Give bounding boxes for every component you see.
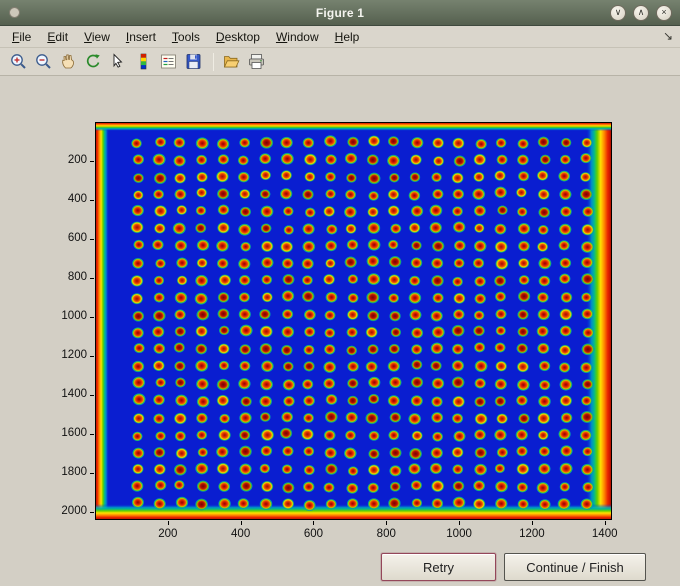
x-tick-label: 1400 — [591, 528, 618, 540]
toolbar-separator — [213, 52, 214, 71]
continue-finish-button[interactable]: Continue / Finish — [504, 553, 646, 581]
y-tick-label: 200 — [67, 154, 87, 167]
toolbar — [0, 48, 680, 76]
y-tick-mark — [90, 239, 94, 241]
x-tick-label: 200 — [158, 528, 178, 540]
retry-button[interactable]: Retry — [381, 553, 496, 581]
y-tick-label: 1800 — [61, 466, 87, 479]
zoom-in-icon[interactable] — [7, 50, 30, 73]
menu-view[interactable]: View — [76, 27, 118, 47]
menu-window[interactable]: Window — [268, 27, 327, 47]
menu-items: File Edit View Insert Tools Desktop Window Help — [4, 27, 367, 47]
x-tick-label: 1000 — [446, 528, 472, 540]
menu-tools[interactable]: Tools — [164, 27, 208, 47]
y-tick-mark — [90, 317, 94, 319]
open-file-icon[interactable] — [220, 50, 243, 73]
menu-insert[interactable]: Insert — [118, 27, 164, 47]
window-title: Figure 1 — [315, 5, 365, 20]
pan-icon[interactable] — [57, 50, 80, 73]
y-tick-label: 1600 — [61, 427, 87, 440]
y-tick-label: 1400 — [61, 388, 87, 401]
window-controls: ∨ ∧ × — [610, 4, 672, 21]
y-tick-mark — [90, 356, 94, 358]
y-tick-label: 600 — [67, 232, 87, 245]
x-tick-mark — [313, 521, 315, 525]
menubar: File Edit View Insert Tools Desktop Window Help… — [0, 26, 680, 48]
y-tick-mark — [90, 473, 94, 475]
y-tick-mark — [90, 278, 94, 280]
dock-figure-icon[interactable]: ↘ — [663, 29, 673, 43]
maximize-button[interactable]: ∧ — [633, 4, 649, 21]
button-row: Retry Continue / Finish — [381, 553, 646, 581]
x-tick-mark — [459, 521, 461, 525]
x-tick-mark — [386, 521, 388, 525]
y-tick-label: 1200 — [61, 349, 87, 362]
y-tick-mark — [90, 512, 94, 514]
menu-file[interactable]: File — [4, 27, 39, 47]
x-tick-mark — [531, 521, 533, 525]
x-tick-label: 600 — [303, 528, 324, 540]
menu-desktop[interactable]: Desktop — [208, 27, 268, 47]
titlebar[interactable]: Figure 1 ∨ ∧ × — [0, 0, 680, 26]
x-tick-label: 1200 — [519, 528, 545, 540]
menu-edit[interactable]: Edit — [39, 27, 76, 47]
rotate-3d-icon[interactable] — [82, 50, 105, 73]
plot-area[interactable] — [95, 122, 612, 520]
y-tick-label: 2000 — [61, 505, 87, 518]
plate-image[interactable] — [95, 122, 612, 520]
y-tick-label: 800 — [67, 271, 87, 284]
close-button[interactable]: × — [656, 4, 672, 21]
insert-colorbar-icon[interactable] — [132, 50, 155, 73]
y-tick-label: 1000 — [61, 310, 87, 323]
minimize-button[interactable]: ∨ — [610, 4, 626, 21]
x-tick-mark — [604, 521, 606, 525]
y-tick-mark — [90, 200, 94, 202]
save-icon[interactable] — [182, 50, 205, 73]
figure-canvas: Retry Continue / Finish 200 400 600 800 1000… — [0, 76, 680, 586]
x-tick-label: 400 — [231, 528, 251, 540]
x-tick-mark — [240, 521, 242, 525]
x-tick-label: 800 — [376, 528, 396, 540]
zoom-out-icon[interactable] — [32, 50, 55, 73]
data-cursor-icon[interactable] — [107, 50, 130, 73]
y-tick-mark — [90, 161, 94, 163]
insert-legend-icon[interactable] — [157, 50, 180, 73]
y-tick-label: 400 — [67, 193, 87, 206]
menu-help[interactable]: Help — [327, 27, 368, 47]
y-tick-mark — [90, 395, 94, 397]
x-tick-mark — [167, 521, 169, 525]
print-icon[interactable] — [245, 50, 268, 73]
y-tick-mark — [90, 434, 94, 436]
